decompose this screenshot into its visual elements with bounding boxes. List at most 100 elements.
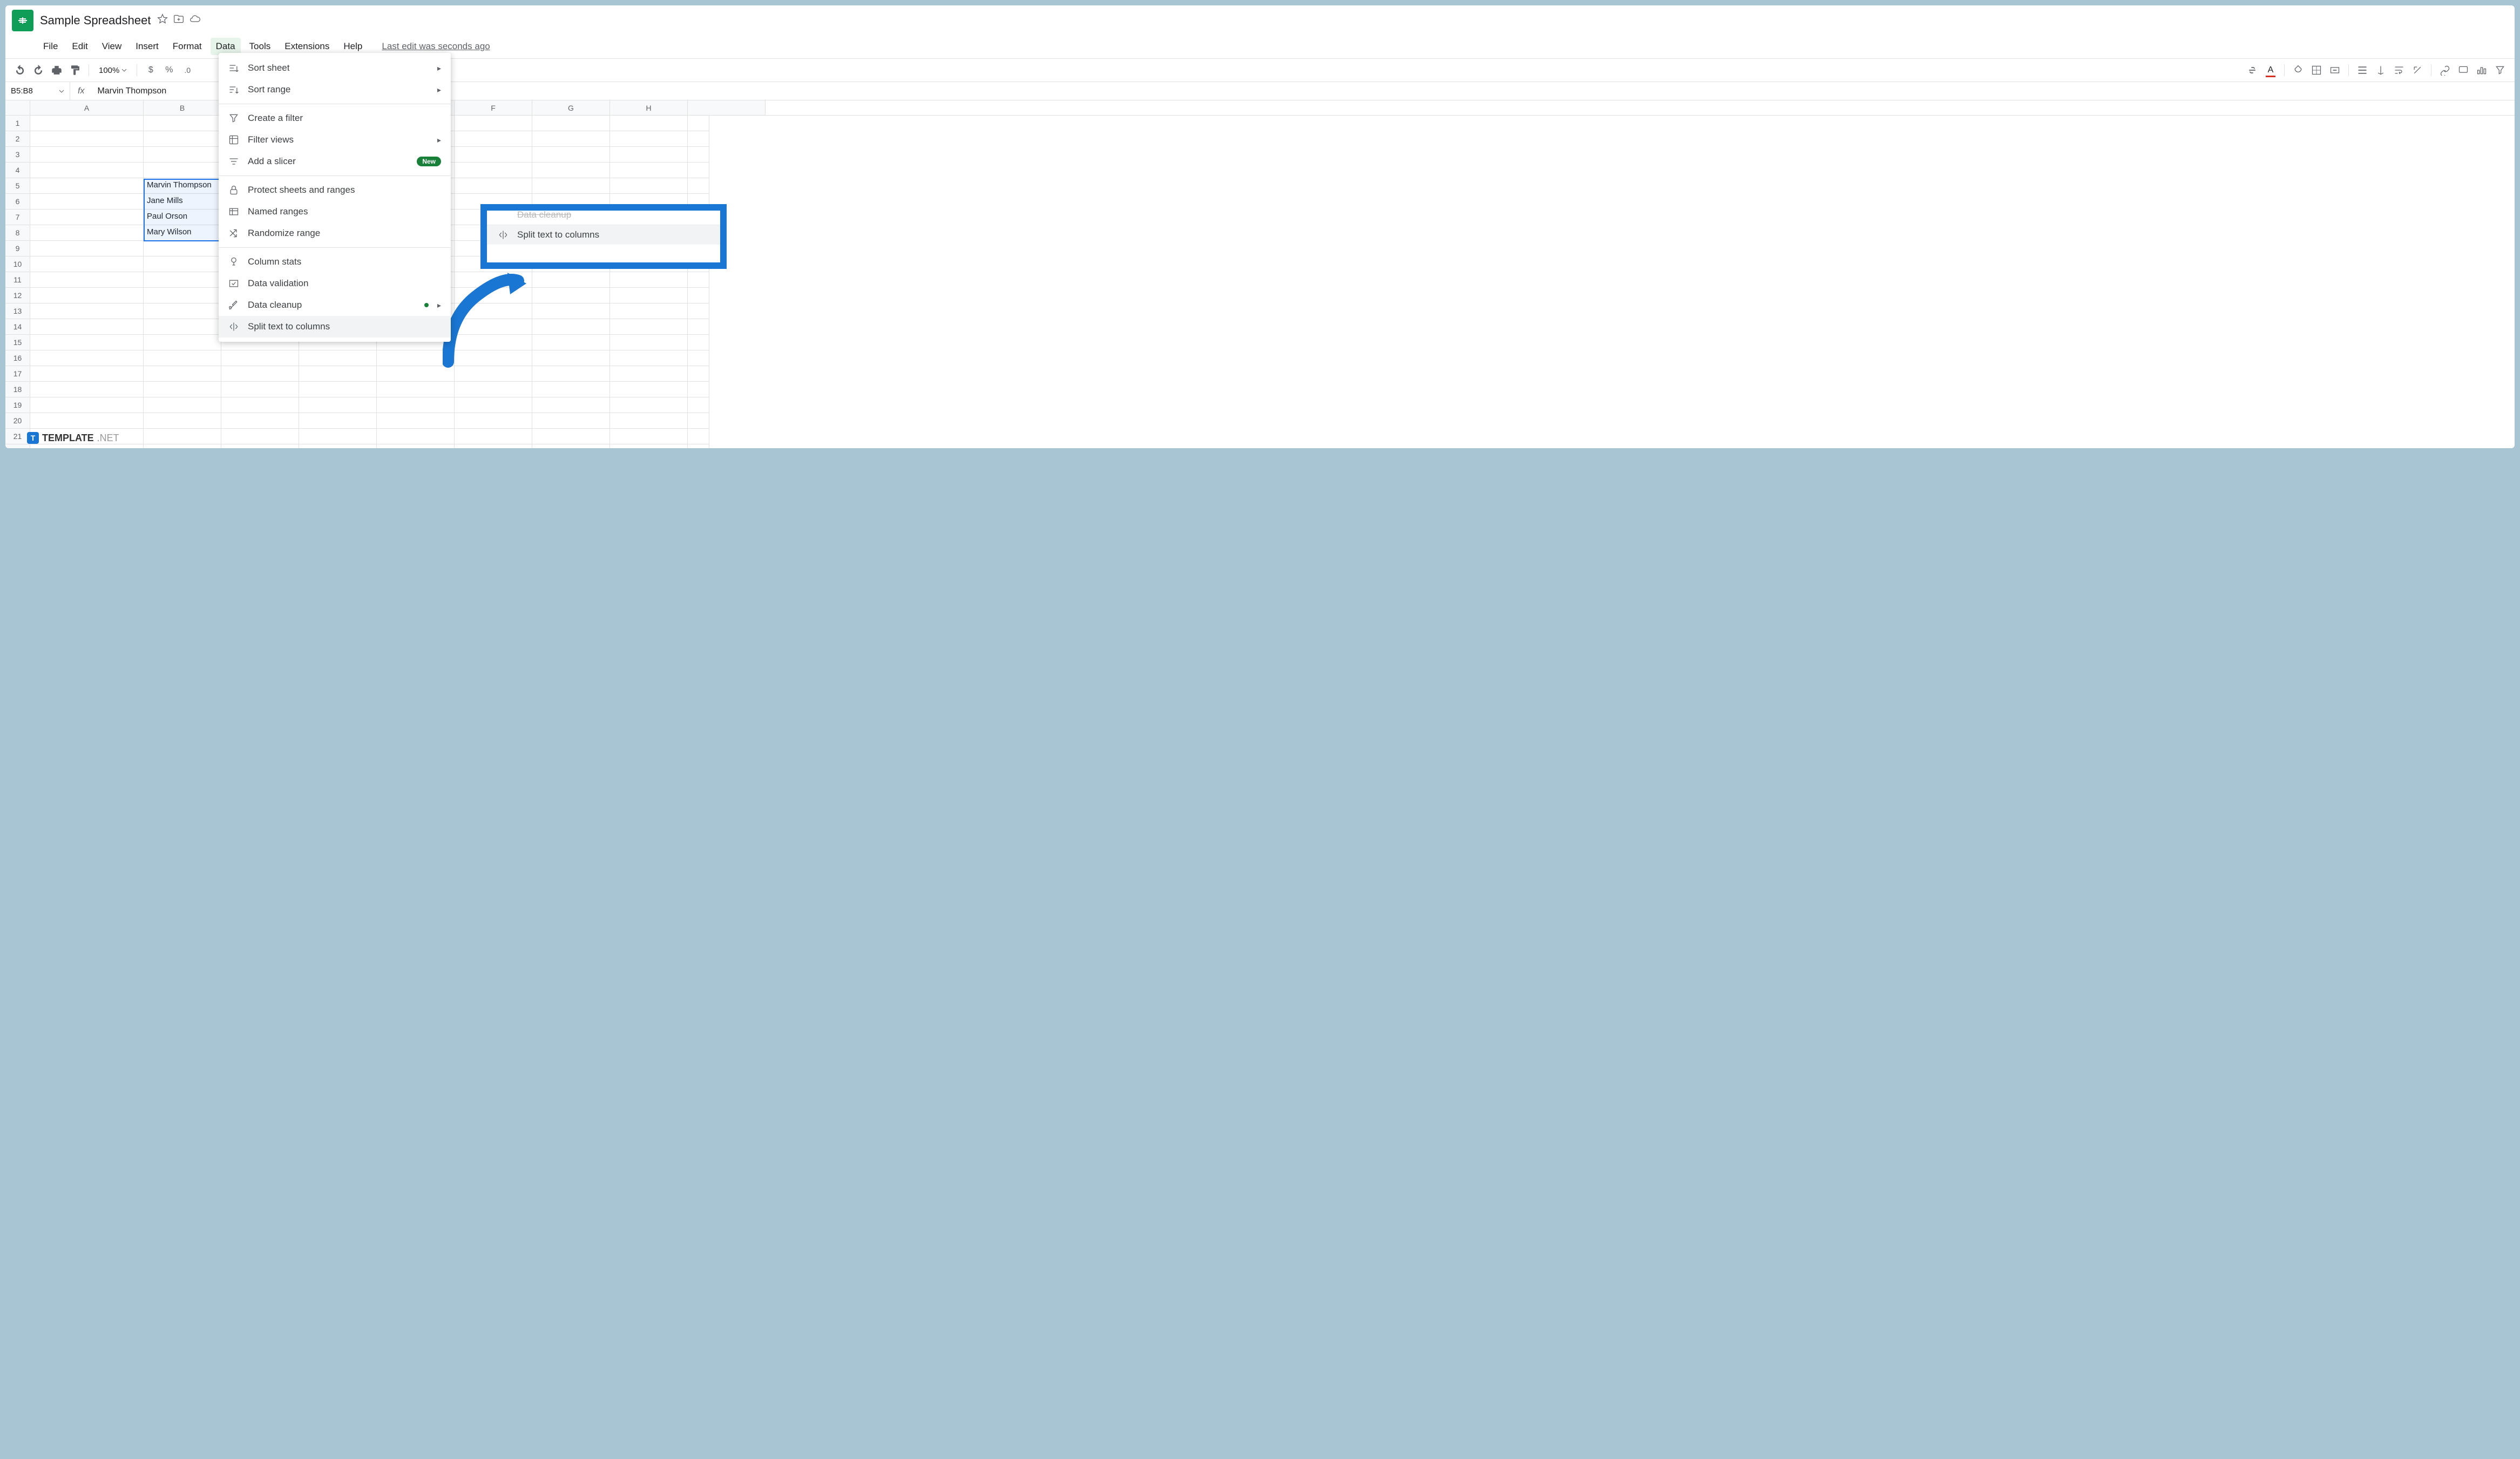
cell[interactable] <box>532 429 610 444</box>
menu-file[interactable]: File <box>38 38 63 55</box>
cell[interactable] <box>299 382 377 397</box>
menu-named-ranges[interactable]: Named ranges <box>219 201 451 222</box>
cell[interactable] <box>144 256 221 272</box>
row-header[interactable]: 12 <box>5 288 30 303</box>
formula-input[interactable]: Marvin Thompson <box>92 86 2515 96</box>
cell[interactable] <box>455 444 532 448</box>
cell[interactable] <box>455 350 532 366</box>
cell[interactable] <box>30 303 144 319</box>
menu-data-cleanup[interactable]: Data cleanup ▸ <box>219 294 451 316</box>
rotate-button[interactable] <box>2409 62 2426 78</box>
filter-button[interactable] <box>2492 62 2508 78</box>
menu-randomize[interactable]: Randomize range <box>219 222 451 244</box>
cell[interactable] <box>455 303 532 319</box>
cell[interactable] <box>377 444 455 448</box>
cell[interactable] <box>532 366 610 382</box>
cell[interactable] <box>532 413 610 429</box>
row-header[interactable]: 2 <box>5 131 30 147</box>
cell[interactable] <box>144 241 221 256</box>
cell[interactable] <box>299 444 377 448</box>
decimal-button[interactable]: .0 <box>179 62 195 78</box>
cell[interactable] <box>144 444 221 448</box>
cell[interactable] <box>688 319 709 335</box>
cell[interactable] <box>377 397 455 413</box>
cell[interactable] <box>688 335 709 350</box>
cell[interactable] <box>30 225 144 241</box>
row-header[interactable]: 1 <box>5 116 30 131</box>
cloud-icon[interactable] <box>189 13 200 28</box>
row-header[interactable]: 18 <box>5 382 30 397</box>
cell[interactable] <box>688 303 709 319</box>
menu-insert[interactable]: Insert <box>130 38 164 55</box>
cell[interactable] <box>688 429 709 444</box>
row-header[interactable]: 19 <box>5 397 30 413</box>
merge-button[interactable] <box>2327 62 2343 78</box>
cell[interactable] <box>688 116 709 131</box>
cell[interactable] <box>610 335 688 350</box>
cell[interactable] <box>221 350 299 366</box>
menu-add-slicer[interactable]: Add a slicer New <box>219 151 451 172</box>
row-header[interactable]: 17 <box>5 366 30 382</box>
row-header[interactable]: 10 <box>5 256 30 272</box>
menu-create-filter[interactable]: Create a filter <box>219 107 451 129</box>
col-header-g[interactable]: G <box>532 100 610 115</box>
cell[interactable] <box>532 444 610 448</box>
row-header[interactable]: 4 <box>5 163 30 178</box>
cell[interactable] <box>532 397 610 413</box>
cell[interactable] <box>532 382 610 397</box>
cell[interactable] <box>144 272 221 288</box>
link-button[interactable] <box>2437 62 2453 78</box>
cell[interactable] <box>30 272 144 288</box>
paint-format-button[interactable] <box>67 62 83 78</box>
cell[interactable] <box>30 366 144 382</box>
cell[interactable] <box>688 272 709 288</box>
row-header[interactable]: 9 <box>5 241 30 256</box>
cell[interactable] <box>610 147 688 163</box>
cell[interactable] <box>144 350 221 366</box>
cell[interactable] <box>610 319 688 335</box>
print-button[interactable] <box>49 62 65 78</box>
cell[interactable] <box>610 397 688 413</box>
cell[interactable] <box>455 163 532 178</box>
cell[interactable] <box>610 366 688 382</box>
cell[interactable] <box>688 382 709 397</box>
cell[interactable] <box>221 366 299 382</box>
cell[interactable] <box>532 178 610 194</box>
row-header[interactable]: 13 <box>5 303 30 319</box>
cell[interactable] <box>455 335 532 350</box>
cell[interactable] <box>455 147 532 163</box>
select-all-corner[interactable] <box>5 100 30 115</box>
cell[interactable] <box>532 335 610 350</box>
cell[interactable] <box>610 272 688 288</box>
cell[interactable] <box>30 335 144 350</box>
cell[interactable] <box>688 131 709 147</box>
cell[interactable] <box>455 397 532 413</box>
comment-button[interactable] <box>2455 62 2471 78</box>
cell[interactable] <box>30 444 144 448</box>
cell[interactable] <box>688 397 709 413</box>
cell[interactable] <box>299 429 377 444</box>
cell[interactable] <box>30 350 144 366</box>
menu-view[interactable]: View <box>97 38 127 55</box>
row-header[interactable]: 5 <box>5 178 30 194</box>
cell[interactable] <box>610 444 688 448</box>
cell[interactable] <box>455 272 532 288</box>
cell[interactable] <box>221 397 299 413</box>
cell[interactable] <box>610 163 688 178</box>
row-header[interactable]: 6 <box>5 194 30 210</box>
menu-data-validation[interactable]: Data validation <box>219 273 451 294</box>
cell[interactable] <box>688 366 709 382</box>
cell[interactable] <box>221 382 299 397</box>
cell[interactable] <box>30 397 144 413</box>
cell[interactable] <box>144 147 221 163</box>
chart-button[interactable] <box>2474 62 2490 78</box>
cell[interactable] <box>144 303 221 319</box>
cell[interactable] <box>30 382 144 397</box>
cell[interactable] <box>455 131 532 147</box>
cell[interactable] <box>30 241 144 256</box>
cell[interactable] <box>610 288 688 303</box>
cell[interactable] <box>610 350 688 366</box>
cell[interactable] <box>532 350 610 366</box>
cell[interactable] <box>30 116 144 131</box>
menu-split-text[interactable]: Split text to columns <box>219 316 451 337</box>
